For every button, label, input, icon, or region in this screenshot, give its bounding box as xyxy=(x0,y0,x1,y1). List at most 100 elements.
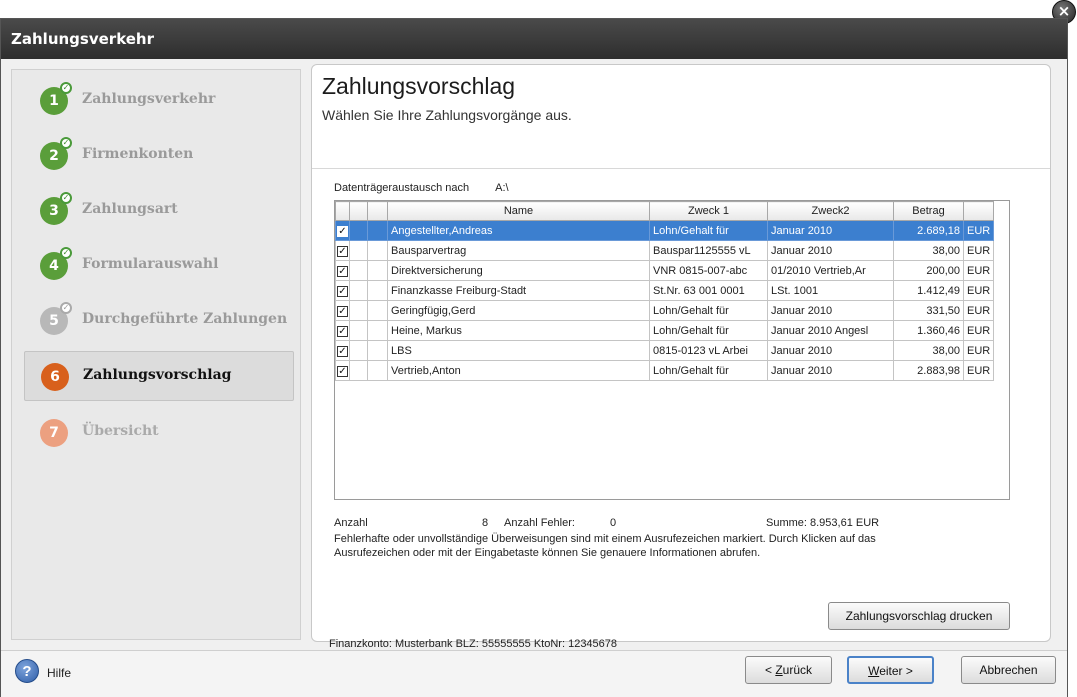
column-header[interactable] xyxy=(962,201,995,221)
cell-zweck2: Januar 2010 xyxy=(767,300,894,321)
cell-currency: EUR xyxy=(962,360,995,381)
payments-table: Name Zweck 1 Zweck2 Betrag ✓ Angestellte… xyxy=(334,200,1010,500)
cell-zweck2: Januar 2010 xyxy=(767,240,894,261)
cell-betrag: 2.883,98 xyxy=(893,360,964,381)
column-header[interactable] xyxy=(367,201,388,221)
count-label: Anzahl xyxy=(334,517,368,529)
table-row[interactable]: ✓ Finanzkasse Freiburg-Stadt St.Nr. 63 0… xyxy=(335,280,995,301)
step-firmenkonten[interactable]: 2 ✓ Firmenkonten xyxy=(24,131,294,181)
cell-zweck2: Januar 2010 xyxy=(767,340,894,361)
next-button[interactable]: Weiter > xyxy=(847,656,934,684)
table-row[interactable]: ✓ Vertrieb,Anton Lohn/Gehalt für Januar … xyxy=(335,360,995,381)
cell-zweck1: Lohn/Gehalt für xyxy=(649,320,768,341)
column-header[interactable] xyxy=(335,201,350,221)
cell-zweck1: Lohn/Gehalt für xyxy=(649,300,768,321)
table-row[interactable]: ✓ Bausparvertrag Bauspar1125555 vL Janua… xyxy=(335,240,995,261)
cancel-button[interactable]: Abbrechen xyxy=(961,656,1056,684)
cell-betrag: 38,00 xyxy=(893,240,964,261)
cell-currency: EUR xyxy=(962,300,995,321)
step-uebersicht[interactable]: 7 Übersicht xyxy=(24,408,294,458)
cell-betrag: 1.360,46 xyxy=(893,320,964,341)
step-zahlungsvorschlag[interactable]: 6 Zahlungsvorschlag xyxy=(24,351,294,401)
column-header-betrag[interactable]: Betrag xyxy=(893,201,964,221)
table-row[interactable]: ✓ Heine, Markus Lohn/Gehalt für Januar 2… xyxy=(335,320,995,341)
step-label: Zahlungsverkehr xyxy=(82,91,216,107)
cell-zweck1: St.Nr. 63 001 0001 xyxy=(649,280,768,301)
cell-currency: EUR xyxy=(962,240,995,261)
page-title: Zahlungsvorschlag xyxy=(322,73,516,99)
row-checkbox[interactable]: ✓ xyxy=(337,225,348,237)
cell-currency: EUR xyxy=(962,260,995,281)
table-header-row: Name Zweck 1 Zweck2 Betrag xyxy=(335,201,995,221)
cell-betrag: 200,00 xyxy=(893,260,964,281)
step-number-icon: 6 xyxy=(41,363,69,391)
content-panel: Zahlungsvorschlag Wählen Sie Ihre Zahlun… xyxy=(311,64,1051,642)
row-checkbox[interactable]: ✓ xyxy=(337,325,348,337)
cell-name: Direktversicherung xyxy=(387,260,650,281)
cell-betrag: 38,00 xyxy=(893,340,964,361)
cell-currency: EUR xyxy=(962,340,995,361)
row-checkbox[interactable]: ✓ xyxy=(337,245,348,257)
cell-currency: EUR xyxy=(962,280,995,301)
column-header-zweck1[interactable]: Zweck 1 xyxy=(649,201,768,221)
cell-name: Angestellter,Andreas xyxy=(387,220,650,241)
finance-account: Finanzkonto: Musterbank BLZ: 55555555 Kt… xyxy=(329,638,618,650)
row-checkbox[interactable]: ✓ xyxy=(337,305,348,317)
column-header[interactable] xyxy=(349,201,368,221)
cell-name: LBS xyxy=(387,340,650,361)
help-icon[interactable]: ? xyxy=(15,659,39,683)
table-row[interactable]: ✓ LBS 0815-0123 vL Arbei Januar 2010 38,… xyxy=(335,340,995,361)
steps-sidebar: 1 ✓ Zahlungsverkehr 2 ✓ Firmenkonten 3 ✓… xyxy=(11,69,301,640)
cell-zweck2: Januar 2010 xyxy=(767,360,894,381)
row-checkbox[interactable]: ✓ xyxy=(337,365,348,377)
row-checkbox[interactable]: ✓ xyxy=(337,265,348,277)
step-zahlungsart[interactable]: 3 ✓ Zahlungsart xyxy=(24,186,294,236)
cell-betrag: 1.412,49 xyxy=(893,280,964,301)
page-header: Zahlungsvorschlag Wählen Sie Ihre Zahlun… xyxy=(312,65,1050,169)
table-row[interactable]: ✓ Angestellter,Andreas Lohn/Gehalt für J… xyxy=(335,220,995,241)
step-zahlungsverkehr[interactable]: 1 ✓ Zahlungsverkehr xyxy=(24,76,294,126)
cell-zweck2: LSt. 1001 xyxy=(767,280,894,301)
check-icon: ✓ xyxy=(60,302,72,314)
table-row[interactable]: ✓ Direktversicherung VNR 0815-007-abc 01… xyxy=(335,260,995,281)
help-link[interactable]: Hilfe xyxy=(47,666,71,680)
column-header-zweck2[interactable]: Zweck2 xyxy=(767,201,894,221)
window-title: Zahlungsverkehr xyxy=(1,19,1067,59)
step-number-icon: 7 xyxy=(40,419,68,447)
cell-name: Vertrieb,Anton xyxy=(387,360,650,381)
error-note: Fehlerhafte oder unvollständige Überweis… xyxy=(334,533,876,559)
row-checkbox[interactable]: ✓ xyxy=(337,285,348,297)
cell-zweck2: 01/2010 Vertrieb,Ar xyxy=(767,260,894,281)
column-header-name[interactable]: Name xyxy=(387,201,650,221)
sum-total: Summe: 8.953,61 EUR xyxy=(766,517,880,529)
check-icon: ✓ xyxy=(60,137,72,149)
step-formularauswahl[interactable]: 4 ✓ Formularauswahl xyxy=(24,241,294,291)
errors-label: Anzahl Fehler: xyxy=(504,517,575,529)
cell-zweck1: Lohn/Gehalt für xyxy=(649,220,768,241)
cell-name: Geringfügig,Gerd xyxy=(387,300,650,321)
cell-betrag: 331,50 xyxy=(893,300,964,321)
cell-name: Finanzkasse Freiburg-Stadt xyxy=(387,280,650,301)
cell-betrag: 2.689,18 xyxy=(893,220,964,241)
cell-zweck2: Januar 2010 Angesl xyxy=(767,320,894,341)
step-label: Übersicht xyxy=(82,423,159,439)
check-icon: ✓ xyxy=(60,82,72,94)
table-row[interactable]: ✓ Geringfügig,Gerd Lohn/Gehalt für Janua… xyxy=(335,300,995,321)
cell-currency: EUR xyxy=(962,220,995,241)
page-subtitle: Wählen Sie Ihre Zahlungsvorgänge aus. xyxy=(322,107,572,123)
exchange-target: A:\ xyxy=(495,182,509,194)
step-label: Durchgeführte Zahlungen xyxy=(82,311,288,327)
exchange-label: Datenträgeraustausch nach xyxy=(334,182,470,194)
step-durchgefuehrte-zahlungen[interactable]: 5 ✓ Durchgeführte Zahlungen xyxy=(24,296,294,346)
cell-zweck1: 0815-0123 vL Arbei xyxy=(649,340,768,361)
back-button[interactable]: < Zurück xyxy=(745,656,832,684)
errors-value: 0 xyxy=(610,517,617,529)
count-value: 8 xyxy=(482,517,489,529)
step-label: Firmenkonten xyxy=(82,146,194,162)
exchange-info: Datenträgeraustausch nach A:\ xyxy=(334,182,535,194)
row-checkbox[interactable]: ✓ xyxy=(337,345,348,357)
check-icon: ✓ xyxy=(60,247,72,259)
print-proposal-button[interactable]: Zahlungsvorschlag drucken xyxy=(828,602,1010,630)
cell-zweck1: Lohn/Gehalt für xyxy=(649,360,768,381)
cell-name: Bausparvertrag xyxy=(387,240,650,261)
